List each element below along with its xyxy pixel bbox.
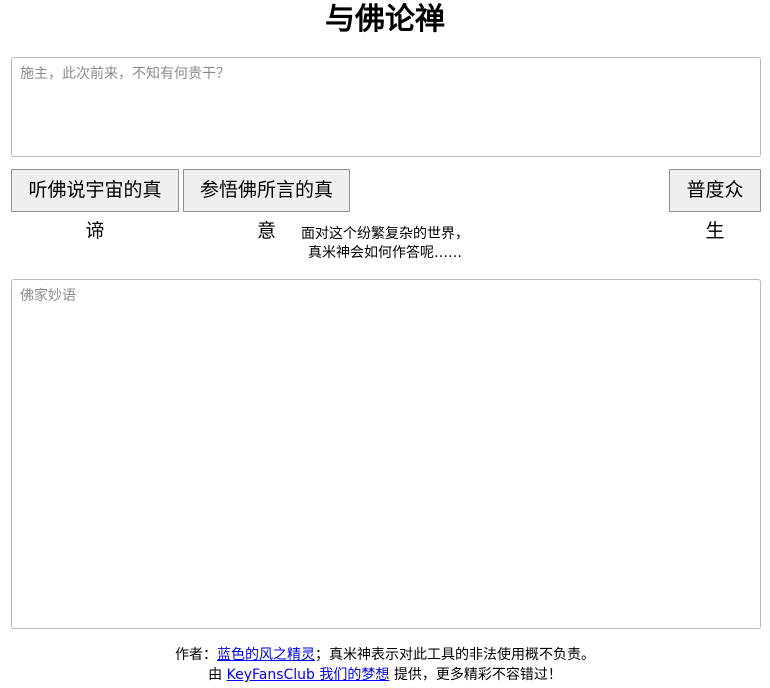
footer: 作者：蓝色的风之精灵；真米神表示对此工具的非法使用概不负责。 由 KeyFans… xyxy=(0,645,770,685)
share-button[interactable]: 普度众生 xyxy=(669,169,761,242)
provider-prefix: 由 xyxy=(208,667,227,683)
page-title: 与佛论禅 xyxy=(325,2,445,37)
disclaimer-text: ；真米神表示对此工具的非法使用概不负责。 xyxy=(315,647,595,663)
plaintext-input[interactable] xyxy=(11,57,761,157)
provider-suffix: 提供，更多精彩不容错过！ xyxy=(389,667,562,683)
ciphertext-output[interactable] xyxy=(11,279,761,629)
footer-author-line: 作者：蓝色的风之精灵；真米神表示对此工具的非法使用概不负责。 xyxy=(0,645,770,665)
encrypt-button[interactable]: 听佛说宇宙的真谛 xyxy=(11,169,179,242)
author-prefix: 作者： xyxy=(175,647,217,663)
provider-link[interactable]: KeyFansClub 我们的梦想 xyxy=(227,667,390,683)
decrypt-button[interactable]: 参悟佛所言的真意 xyxy=(183,169,350,242)
prompt-text: 面对这个纷繁复杂的世界， 真米神会如何作答呢…… xyxy=(0,225,770,263)
footer-provider-line: 由 KeyFansClub 我们的梦想 提供，更多精彩不容错过！ xyxy=(0,665,770,685)
author-link[interactable]: 蓝色的风之精灵 xyxy=(217,647,315,663)
prompt-line-2: 真米神会如何作答呢…… xyxy=(308,245,462,261)
prompt-line-1: 面对这个纷繁复杂的世界， xyxy=(301,226,469,242)
